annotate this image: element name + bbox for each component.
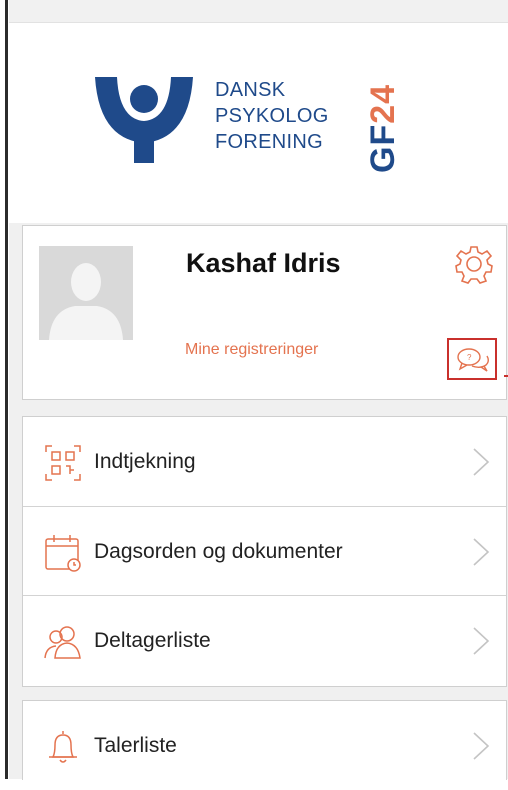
- header: DANSK PSYKOLOG FORENING GF24: [9, 23, 508, 223]
- logo-line-1: DANSK: [215, 79, 286, 101]
- menu-item-label: Deltagerliste: [94, 629, 211, 652]
- chevron-right-icon: [473, 627, 490, 655]
- chevron-right-icon: [473, 448, 490, 476]
- main-menu: Indtjekning Dagsorden og dokumenter Delt…: [22, 416, 507, 687]
- gear-icon[interactable]: [454, 244, 494, 284]
- my-registrations-link[interactable]: Mine registreringer: [185, 341, 318, 359]
- window-edge: [0, 0, 9, 779]
- chevron-right-icon: [473, 732, 490, 760]
- logo-symbol-icon: [95, 77, 193, 163]
- qr-code-icon: [45, 445, 81, 481]
- logo-badge-number: 24: [364, 83, 402, 124]
- menu-item-label: Talerliste: [94, 734, 177, 757]
- top-bar: [9, 0, 508, 23]
- menu-item-checkin[interactable]: Indtjekning: [23, 417, 506, 506]
- menu-item-label: Dagsorden og dokumenter: [94, 540, 343, 563]
- app-screen: DANSK PSYKOLOG FORENING GF24 Kashaf Idri…: [9, 0, 508, 780]
- chat-bubbles-icon: ?: [457, 348, 489, 372]
- chevron-right-icon: [473, 538, 490, 566]
- logo-badge: GF24: [364, 83, 402, 173]
- secondary-menu: Talerliste: [22, 700, 507, 780]
- profile-card: Kashaf Idris Mine registreringer ?: [22, 225, 507, 400]
- calendar-icon: [45, 535, 81, 572]
- avatar[interactable]: [39, 246, 133, 340]
- highlight-pointer: [504, 375, 508, 377]
- logo-line-3: FORENING: [215, 131, 323, 153]
- menu-item-participants[interactable]: Deltagerliste: [23, 595, 506, 685]
- user-name: Kashaf Idris: [186, 248, 341, 278]
- bell-icon: [49, 731, 77, 763]
- logo-line-2: PSYKOLOG: [215, 105, 329, 127]
- svg-text:?: ?: [467, 353, 472, 362]
- avatar-placeholder-icon: [39, 246, 133, 340]
- logo-wordmark: DANSK PSYKOLOG FORENING: [215, 77, 329, 155]
- chat-button[interactable]: ?: [447, 338, 497, 380]
- participants-icon: [44, 626, 81, 659]
- menu-item-agenda[interactable]: Dagsorden og dokumenter: [23, 506, 506, 596]
- menu-item-speakers[interactable]: Talerliste: [23, 701, 506, 790]
- logo-badge-prefix: GF: [364, 123, 402, 173]
- menu-item-label: Indtjekning: [94, 450, 196, 473]
